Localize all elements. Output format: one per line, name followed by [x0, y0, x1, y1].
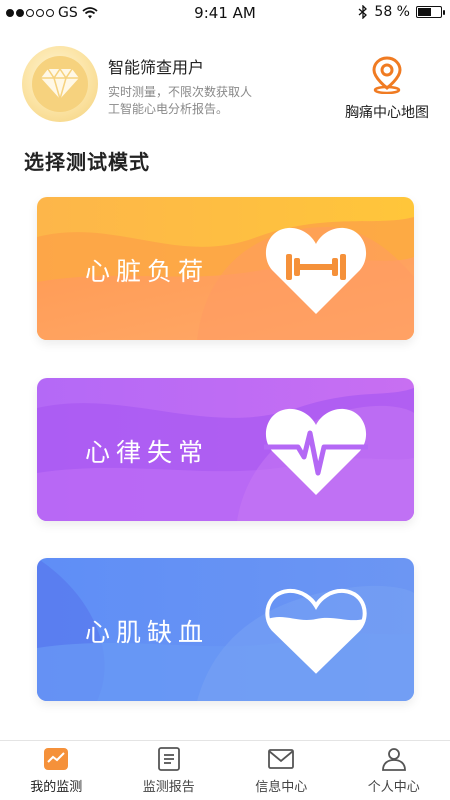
tab-bar: 我的监测 监测报告 信息中心 个人中心: [0, 740, 450, 800]
card-label: 心脏负荷: [85, 257, 210, 286]
user-description: 实时测量，不限次数获取人工智能心电分析报告。: [108, 85, 253, 116]
card-cardiac-load[interactable]: 心脏负荷: [37, 197, 414, 340]
pulse-heart-icon: [264, 408, 368, 495]
battery-icon: [416, 6, 445, 18]
battery-fill: [418, 8, 431, 16]
report-icon: [157, 747, 180, 771]
person-icon: [381, 748, 406, 771]
location-pin-icon: [372, 56, 402, 95]
user-header: 智能筛查用户 实时测量，不限次数获取人工智能心电分析报告。 胸痛中心地图: [22, 46, 432, 126]
tab-label: 信息中心: [255, 780, 308, 795]
avatar[interactable]: [22, 46, 98, 122]
mail-icon: [268, 749, 295, 769]
tab-my-monitoring[interactable]: 我的监测: [0, 741, 113, 800]
card-label: 心肌缺血: [85, 618, 210, 647]
section-title: 选择测试模式: [24, 150, 150, 174]
bluetooth-icon: [358, 5, 368, 19]
card-arrhythmia[interactable]: 心律失常: [37, 378, 414, 521]
chest-pain-map-button[interactable]: 胸痛中心地图: [342, 56, 432, 122]
dumbbell-heart-icon: [265, 227, 367, 314]
map-label: 胸痛中心地图: [345, 105, 429, 121]
tab-label: 个人中心: [367, 780, 420, 795]
tab-messages[interactable]: 信息中心: [225, 741, 338, 800]
status-right: 58 %: [358, 4, 445, 20]
diamond-icon: [41, 67, 79, 100]
half-heart-icon: [265, 588, 367, 674]
status-bar: GS 9:41 AM 58 %: [0, 0, 450, 26]
user-name: 智能筛查用户: [108, 58, 205, 77]
card-label: 心律失常: [85, 438, 210, 467]
card-myocardial-ischemia[interactable]: 心肌缺血: [37, 558, 414, 701]
tab-label: 监测报告: [142, 780, 195, 795]
tab-label: 我的监测: [30, 780, 83, 795]
tab-reports[interactable]: 监测报告: [113, 741, 226, 800]
tab-profile[interactable]: 个人中心: [338, 741, 450, 800]
battery-percent: 58 %: [374, 4, 410, 20]
monitor-chart-icon: [44, 748, 69, 770]
